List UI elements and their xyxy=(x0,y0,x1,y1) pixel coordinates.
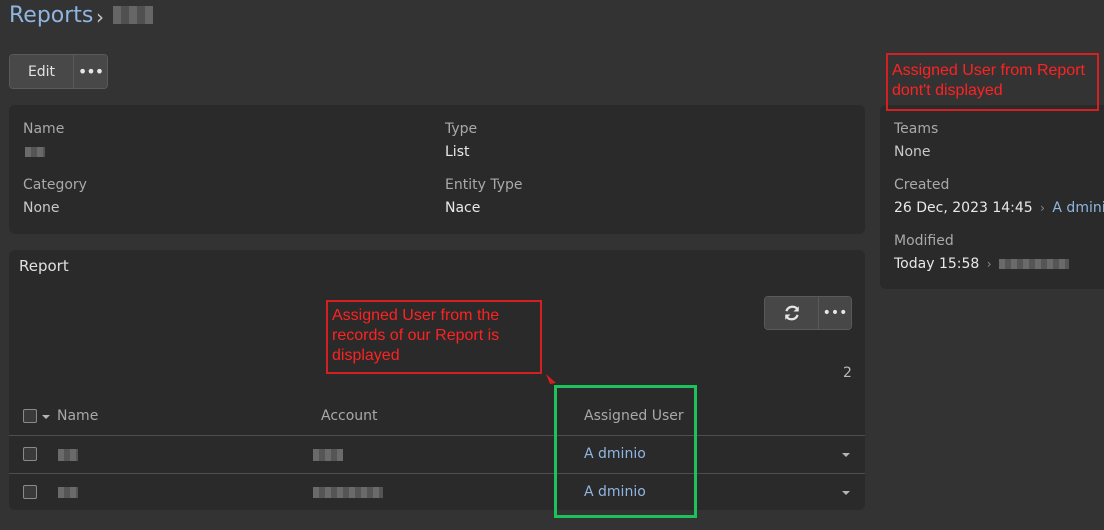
more-actions-button[interactable]: ••• xyxy=(74,55,107,88)
name-label: Name xyxy=(23,121,65,137)
modified-row: Today 15:58 › xyxy=(894,256,1070,272)
breadcrumb-separator: › xyxy=(96,5,104,29)
refresh-icon xyxy=(784,305,799,321)
created-separator: › xyxy=(1040,201,1045,215)
record-count: 2 xyxy=(843,365,852,381)
breadcrumb-reports-link[interactable]: Reports xyxy=(9,3,93,28)
annotation-side-note: Assigned User from Report dont't display… xyxy=(886,53,1099,111)
row-account-redacted[interactable] xyxy=(313,449,343,461)
created-by-user-link[interactable]: A dminio xyxy=(1052,200,1104,216)
column-header-name[interactable]: Name xyxy=(57,408,98,424)
select-all-checkbox[interactable] xyxy=(23,409,37,423)
annotation-highlight-box xyxy=(554,385,697,518)
created-value: 26 Dec, 2023 14:45 xyxy=(894,200,1033,216)
details-panel xyxy=(9,105,865,234)
table-row xyxy=(9,436,865,473)
row-checkbox[interactable] xyxy=(23,485,37,499)
category-value: None xyxy=(23,200,60,216)
column-header-account[interactable]: Account xyxy=(321,408,378,424)
modified-label: Modified xyxy=(894,233,954,249)
entity-type-value: Nace xyxy=(445,200,481,216)
modified-value: Today 15:58 xyxy=(894,256,980,272)
row-name-redacted[interactable] xyxy=(58,449,78,461)
report-more-button[interactable]: ••• xyxy=(818,297,851,329)
edit-button-group: Edit ••• xyxy=(9,54,108,89)
teams-value: None xyxy=(894,144,931,160)
annotation-table-note: Assigned User from the records of our Re… xyxy=(326,300,542,374)
created-label: Created xyxy=(894,177,950,193)
annotation-pointer-icon xyxy=(546,374,556,384)
category-label: Category xyxy=(23,177,87,193)
name-value-redacted xyxy=(25,147,45,157)
modified-by-user-redacted[interactable] xyxy=(999,259,1070,269)
modified-separator: › xyxy=(986,257,992,271)
breadcrumb-current-redacted xyxy=(113,6,153,24)
row-actions-caret-icon[interactable] xyxy=(842,491,850,495)
type-label: Type xyxy=(445,121,478,137)
created-row: 26 Dec, 2023 14:45 › A dminio xyxy=(894,200,1104,216)
table-row xyxy=(9,474,865,510)
row-checkbox[interactable] xyxy=(23,447,37,461)
refresh-button[interactable] xyxy=(765,297,818,329)
type-value: List xyxy=(445,144,470,160)
row-name-redacted[interactable] xyxy=(58,487,78,498)
row-account-redacted[interactable] xyxy=(313,487,383,498)
teams-label: Teams xyxy=(894,121,939,137)
edit-button[interactable]: Edit xyxy=(10,55,74,88)
row-actions-caret-icon[interactable] xyxy=(842,453,850,457)
select-all-caret-icon[interactable] xyxy=(42,415,50,419)
report-toolbar: ••• xyxy=(764,296,852,330)
entity-type-label: Entity Type xyxy=(445,177,523,193)
report-panel-title: Report xyxy=(19,257,69,275)
